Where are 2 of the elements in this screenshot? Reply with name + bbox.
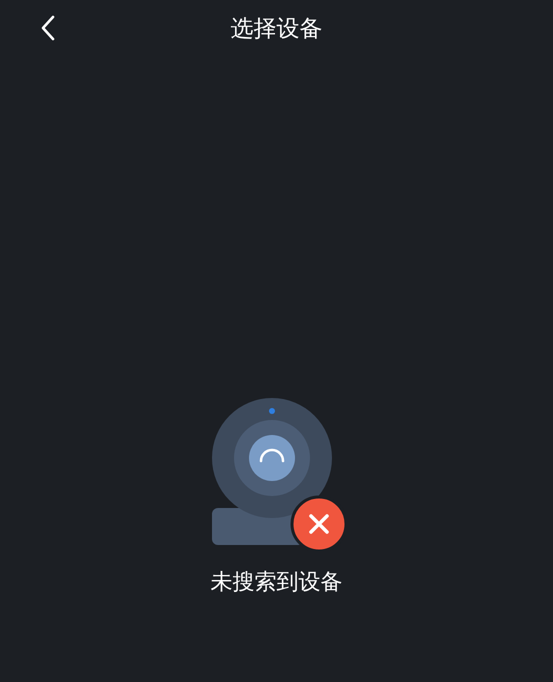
- page-title: 选择设备: [230, 14, 322, 44]
- empty-message: 未搜索到设备: [210, 569, 342, 597]
